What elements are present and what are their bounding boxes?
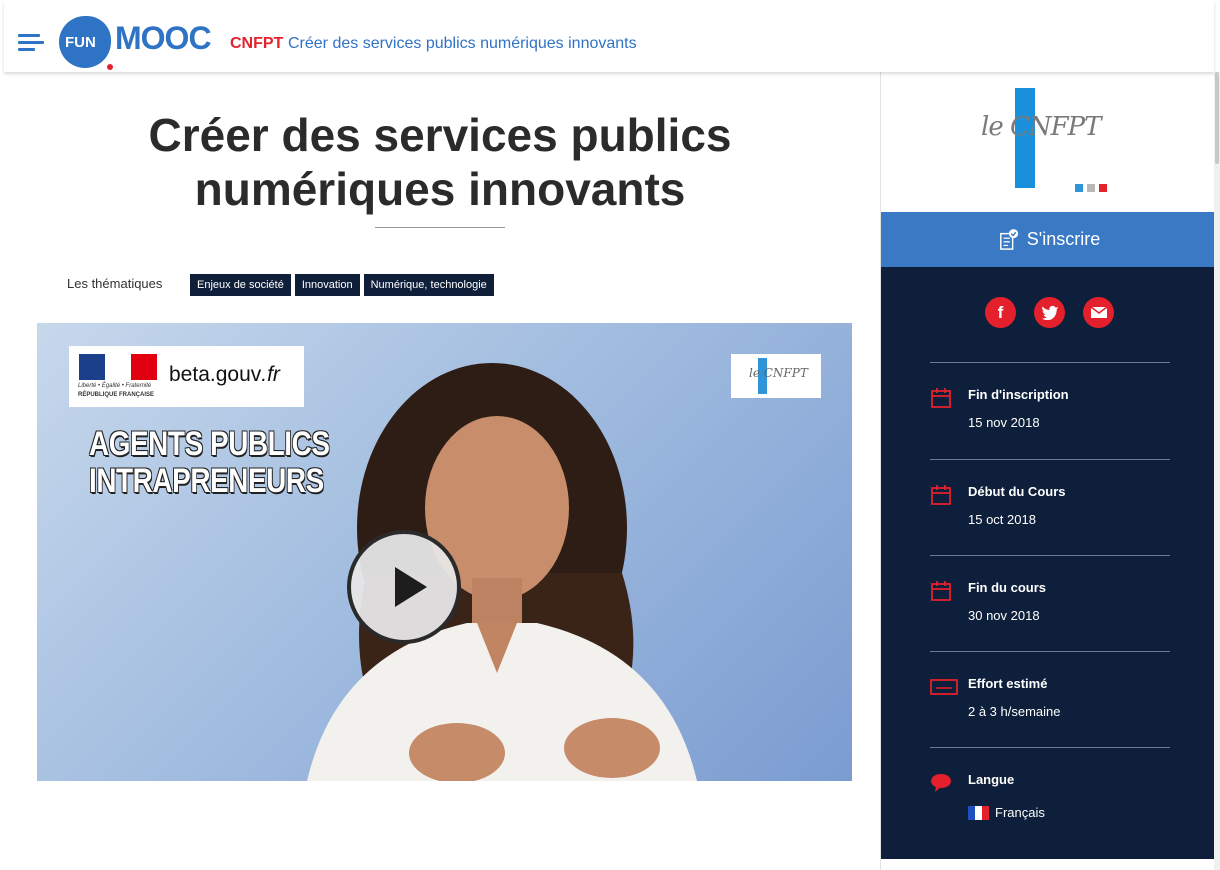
info-value: 30 nov 2018	[968, 608, 1040, 623]
fun-mooc-logo[interactable]: FUN MOOC	[59, 14, 229, 72]
language-value: Français	[968, 805, 1045, 820]
header-course-title[interactable]: Créer des services publics numériques in…	[288, 35, 637, 53]
beta-gouv-logo: Liberté • Égalité • Fraternité RÉPUBLIQU…	[69, 346, 304, 407]
info-value: 2 à 3 h/semaine	[968, 704, 1061, 719]
effort-icon	[930, 679, 958, 695]
calendar-icon	[931, 581, 951, 601]
menu-icon[interactable]	[18, 34, 44, 54]
calendar-icon	[931, 388, 951, 408]
speech-bubble-icon	[931, 774, 951, 792]
share-buttons: f	[985, 297, 1114, 328]
tag-numerique-technologie[interactable]: Numérique, technologie	[363, 274, 494, 296]
info-row-course-start: Début du Cours 15 oct 2018	[930, 459, 1170, 555]
tag-innovation[interactable]: Innovation	[294, 274, 360, 296]
info-row-effort: Effort estimé 2 à 3 h/semaine	[930, 651, 1170, 747]
themes-label: Les thématiques	[67, 276, 163, 291]
beta-gouv-text: beta.gouv.fr	[169, 363, 280, 386]
twitter-icon[interactable]	[1034, 297, 1065, 328]
enroll-button[interactable]: S'inscrire	[881, 212, 1218, 267]
course-video-player[interactable]: Liberté • Égalité • Fraternité RÉPUBLIQU…	[37, 323, 852, 781]
info-row-language: Langue Français	[930, 747, 1170, 847]
french-flag-icon	[968, 805, 989, 820]
mail-icon[interactable]	[1083, 297, 1114, 328]
facebook-icon[interactable]: f	[985, 297, 1016, 328]
info-label: Fin du cours	[968, 580, 1046, 595]
info-row-course-end: Fin du cours 30 nov 2018	[930, 555, 1170, 651]
logo-main: MOOC	[115, 20, 212, 56]
organization-name[interactable]: CNFPT	[230, 35, 283, 53]
tag-enjeux-de-societe[interactable]: Enjeux de société	[190, 274, 291, 296]
cnfpt-logo: le CNFPT	[977, 86, 1127, 196]
title-divider	[375, 227, 505, 228]
scrollbar-thumb[interactable]	[1215, 72, 1219, 164]
top-header: FUN MOOC CNFPT Créer des services public…	[4, 0, 1214, 72]
enroll-icon	[999, 228, 1018, 250]
gov-name: RÉPUBLIQUE FRANÇAISE	[78, 392, 155, 398]
page-title: Créer des services publics numériques in…	[148, 109, 732, 215]
info-label: Langue	[968, 772, 1015, 787]
course-info-panel: f Fin d'inscription 15 nov 2018 Début du…	[881, 267, 1218, 859]
info-label: Fin d'inscription	[968, 387, 1069, 402]
calendar-icon	[931, 485, 951, 505]
cnfpt-video-logo: le CNFPT	[731, 354, 821, 398]
video-headline: AGENTS PUBLICS INTRAPRENEURS	[89, 425, 330, 500]
theme-tags: Enjeux de société Innovation Numérique, …	[190, 274, 494, 296]
info-label: Début du Cours	[968, 484, 1066, 499]
info-value: 15 oct 2018	[968, 512, 1036, 527]
course-sidebar: le CNFPT S'inscrire f Fin d'inscription …	[880, 72, 1218, 870]
cnfpt-video-logo-text: le CNFPT	[749, 366, 808, 380]
logo-prefix: FUN	[65, 34, 96, 51]
info-row-enrollment-end: Fin d'inscription 15 nov 2018	[930, 362, 1170, 458]
play-icon	[395, 567, 427, 607]
enroll-label: S'inscrire	[1026, 229, 1101, 249]
gov-motto: Liberté • Égalité • Fraternité	[78, 383, 152, 389]
cnfpt-logo-text: le CNFPT	[981, 112, 1101, 142]
info-value: 15 nov 2018	[968, 415, 1040, 430]
play-button[interactable]	[347, 530, 461, 644]
scrollbar-track[interactable]	[1214, 72, 1220, 870]
info-label: Effort estimé	[968, 676, 1048, 691]
